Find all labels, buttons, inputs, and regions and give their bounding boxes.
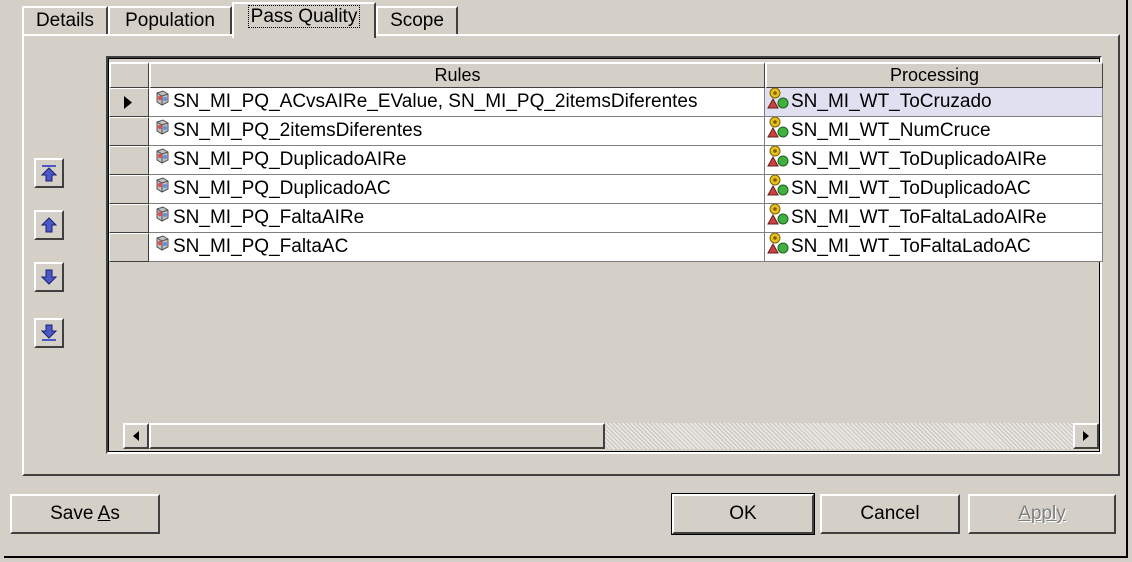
processing-cell[interactable]: SN_MI_WT_ToDuplicadoAIRe: [765, 146, 1103, 175]
rules-cell[interactable]: SN_MI_PQ_DuplicadoAC: [149, 175, 765, 204]
rule-cube-icon: [153, 175, 171, 203]
tab-population[interactable]: Population: [108, 6, 232, 36]
save-as-button[interactable]: Save As: [10, 494, 160, 534]
current-row-arrow-icon: [124, 96, 132, 109]
rule-cube-icon: [153, 204, 171, 232]
move-to-top-icon: [40, 165, 58, 182]
arrow-left-icon: [133, 431, 139, 441]
rules-cell-text: SN_MI_PQ_DuplicadoAIRe: [173, 149, 407, 170]
rules-grid-body: Rules Processing SN_MI_PQ_ACvsAIRe_EValu…: [108, 58, 1103, 452]
rule-cube-icon: [153, 117, 171, 145]
tab-details[interactable]: Details: [22, 6, 108, 36]
apply-button[interactable]: Apply: [968, 494, 1116, 534]
processing-column-header[interactable]: Processing: [765, 62, 1103, 88]
processing-cell[interactable]: SN_MI_WT_NumCruce: [765, 117, 1103, 146]
scroll-left-button[interactable]: [123, 423, 149, 449]
rules-cell-text: SN_MI_PQ_ACvsAIRe_EValue, SN_MI_PQ_2item…: [173, 91, 698, 112]
move-down-button[interactable]: [34, 262, 64, 292]
row-indicator[interactable]: [109, 146, 149, 175]
process-gears-icon: [767, 117, 789, 145]
process-gears-icon: [767, 146, 789, 174]
processing-cell-text: SN_MI_WT_ToCruzado: [791, 91, 992, 112]
rules-cell-text: SN_MI_PQ_FaltaAC: [173, 236, 349, 257]
process-gears-icon: [767, 175, 789, 203]
save-as-label-suffix: s: [110, 503, 120, 524]
arrow-right-icon: [1083, 431, 1089, 441]
rules-cell[interactable]: SN_MI_PQ_ACvsAIRe_EValue, SN_MI_PQ_2item…: [149, 88, 765, 117]
move-up-icon: [40, 217, 58, 233]
rules-cell-text: SN_MI_PQ_DuplicadoAC: [173, 178, 391, 199]
processing-cell-text: SN_MI_WT_ToFaltaLadoAC: [791, 236, 1031, 257]
tab-scope-label: Scope: [390, 10, 444, 31]
grid-corner-header: [109, 62, 149, 88]
tab-pass-quality-label: Pass Quality: [247, 5, 361, 28]
processing-cell-text: SN_MI_WT_ToDuplicadoAIRe: [791, 149, 1047, 170]
apply-label: Apply: [1018, 503, 1066, 524]
rules-cell[interactable]: SN_MI_PQ_2itemsDiferentes: [149, 117, 765, 146]
save-as-label-prefix: Save: [50, 503, 98, 524]
move-to-top-button[interactable]: [34, 158, 64, 188]
processing-cell-text: SN_MI_WT_ToDuplicadoAC: [791, 178, 1031, 199]
row-indicator[interactable]: [109, 88, 149, 117]
row-indicator[interactable]: [109, 204, 149, 233]
rule-cube-icon: [153, 146, 171, 174]
tab-pass-quality[interactable]: Pass Quality: [232, 2, 376, 38]
processing-cell[interactable]: SN_MI_WT_ToCruzado: [765, 88, 1103, 117]
scroll-right-button[interactable]: [1073, 423, 1099, 449]
ok-button[interactable]: OK: [671, 493, 815, 535]
horizontal-scroll-thumb[interactable]: [149, 423, 605, 449]
move-up-button[interactable]: [34, 210, 64, 240]
move-to-bottom-button[interactable]: [34, 318, 64, 348]
rule-cube-icon: [153, 233, 171, 261]
process-gears-icon: [767, 233, 789, 261]
row-indicator[interactable]: [109, 175, 149, 204]
move-down-icon: [40, 269, 58, 285]
rules-cell-text: SN_MI_PQ_2itemsDiferentes: [173, 120, 423, 141]
process-gears-icon: [767, 88, 789, 116]
rule-cube-icon: [153, 88, 171, 116]
rules-column-header[interactable]: Rules: [149, 62, 765, 88]
processing-cell[interactable]: SN_MI_WT_ToDuplicadoAC: [765, 175, 1103, 204]
rules-cell-text: SN_MI_PQ_FaltaAIRe: [173, 207, 365, 228]
process-gears-icon: [767, 204, 789, 232]
tab-population-label: Population: [125, 10, 215, 31]
rules-cell[interactable]: SN_MI_PQ_DuplicadoAIRe: [149, 146, 765, 175]
row-indicator[interactable]: [109, 233, 149, 262]
processing-cell-text: SN_MI_WT_NumCruce: [791, 120, 991, 141]
move-to-bottom-icon: [40, 324, 58, 341]
rules-cell[interactable]: SN_MI_PQ_FaltaAC: [149, 233, 765, 262]
processing-cell-text: SN_MI_WT_ToFaltaLadoAIRe: [791, 207, 1047, 228]
rules-cell[interactable]: SN_MI_PQ_FaltaAIRe: [149, 204, 765, 233]
processing-cell[interactable]: SN_MI_WT_ToFaltaLadoAIRe: [765, 204, 1103, 233]
cancel-button[interactable]: Cancel: [820, 494, 960, 534]
save-as-hotkey: A: [97, 503, 111, 524]
tab-details-label: Details: [35, 10, 95, 31]
row-indicator[interactable]: [109, 117, 149, 146]
processing-cell[interactable]: SN_MI_WT_ToFaltaLadoAC: [765, 233, 1103, 262]
tab-scope[interactable]: Scope: [376, 6, 458, 36]
rules-grid[interactable]: Rules Processing SN_MI_PQ_ACvsAIRe_EValu…: [106, 56, 1103, 454]
